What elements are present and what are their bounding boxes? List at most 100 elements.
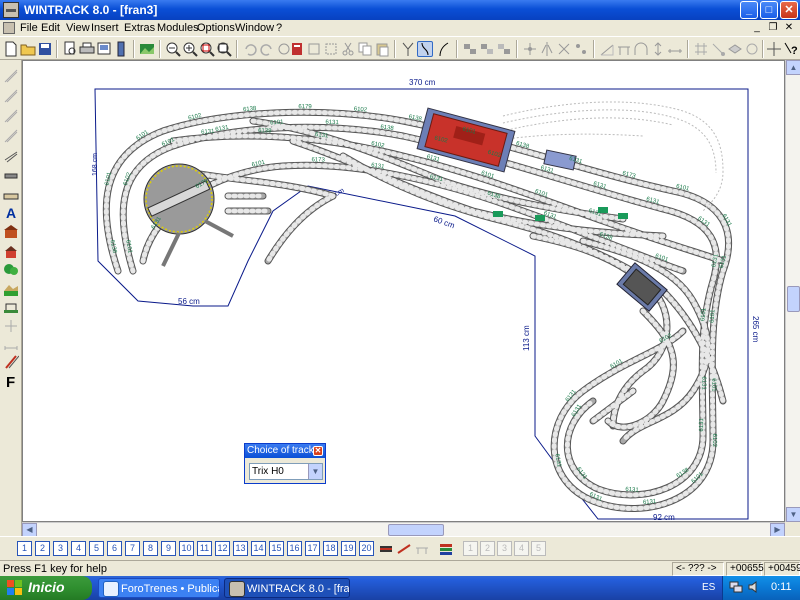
zoom-window-icon[interactable] [199, 41, 215, 57]
bridge-icon[interactable] [616, 41, 632, 57]
connect-icon[interactable] [556, 41, 572, 57]
open-icon[interactable] [20, 41, 36, 57]
menu-modules[interactable]: Modules [157, 22, 199, 34]
track-tool-1-icon[interactable] [3, 68, 19, 84]
chevron-down-icon[interactable]: ▼ [308, 464, 322, 479]
layout-canvas[interactable]: 370 cm 265 cm 113 cm 92 cm 56 cm 60 cm 1… [22, 60, 785, 522]
ungroup-icon[interactable] [323, 41, 339, 57]
mdi-restore-button[interactable]: ❐ [766, 21, 780, 34]
scroll-up-button[interactable]: ▲ [786, 60, 800, 75]
layer-track-icon[interactable] [378, 541, 394, 557]
info-icon[interactable] [744, 41, 760, 57]
layer-button-3[interactable]: 3 [53, 541, 68, 556]
layer-button-10[interactable]: 10 [179, 541, 194, 556]
layer-button-1[interactable]: 1 [17, 541, 32, 556]
layer-bridge-icon[interactable] [414, 541, 430, 557]
print-preview-icon[interactable] [62, 41, 78, 57]
language-indicator[interactable]: ES [702, 582, 715, 593]
start-button[interactable]: Inicio [0, 576, 92, 600]
scroll-left-button[interactable]: ◀ [22, 523, 37, 537]
mdi-close-button[interactable]: ✕ [782, 21, 796, 34]
ground-icon[interactable] [3, 186, 19, 202]
cut-icon[interactable] [340, 41, 356, 57]
maximize-button[interactable]: □ [760, 1, 778, 19]
align-icon[interactable] [462, 41, 478, 57]
track-system-select[interactable]: Trix H0 ▼ [249, 463, 323, 480]
align-2-icon[interactable] [479, 41, 495, 57]
track-tool-2-icon[interactable] [3, 88, 19, 104]
snap-icon[interactable] [710, 41, 726, 57]
layer-button-8[interactable]: 8 [143, 541, 158, 556]
sublayer-button-3[interactable]: 3 [497, 541, 512, 556]
mirror-icon[interactable] [539, 41, 555, 57]
page-setup-icon[interactable] [96, 41, 112, 57]
sublayer-button-1[interactable]: 1 [463, 541, 478, 556]
rail-icon[interactable] [3, 354, 20, 370]
layer-icon[interactable] [727, 41, 743, 57]
document-icon[interactable] [3, 22, 15, 34]
sublayer-button-5[interactable]: 5 [531, 541, 546, 556]
slope-icon[interactable] [599, 41, 615, 57]
save-icon[interactable] [37, 41, 53, 57]
house-icon[interactable] [3, 244, 19, 260]
menu-extras[interactable]: Extras [124, 22, 155, 34]
layer-button-20[interactable]: 20 [359, 541, 374, 556]
layer-button-11[interactable]: 11 [197, 541, 212, 556]
new-icon[interactable] [3, 41, 19, 57]
horizontal-scrollbar[interactable]: ◀ ▶ [22, 522, 785, 537]
baseboard-icon[interactable] [3, 300, 19, 316]
menu-edit[interactable]: Edit [41, 22, 60, 34]
mdi-minimize-button[interactable]: _ [750, 21, 764, 34]
sublayer-button-2[interactable]: 2 [480, 541, 495, 556]
scroll-right-button[interactable]: ▶ [770, 523, 785, 537]
taskbar-item-forotrenes[interactable]: ForoTrenes • Publicar... [98, 578, 220, 598]
measure-line-icon[interactable] [3, 336, 19, 352]
properties-icon[interactable] [289, 41, 305, 57]
menu-window[interactable]: Window [235, 22, 274, 34]
layer-button-12[interactable]: 12 [215, 541, 230, 556]
flex-track-icon[interactable] [417, 41, 433, 57]
track-tool-3-icon[interactable] [3, 108, 19, 124]
layer-button-18[interactable]: 18 [323, 541, 338, 556]
track-tool-4-icon[interactable] [3, 128, 19, 144]
layer-button-15[interactable]: 15 [269, 541, 284, 556]
align-3-icon[interactable] [496, 41, 512, 57]
zoom-in-icon[interactable] [182, 41, 198, 57]
move-icon[interactable] [766, 41, 782, 57]
choice-of-track-palette[interactable]: Choice of track ✕ Trix H0 ▼ [244, 443, 326, 484]
building-icon[interactable] [3, 224, 19, 240]
network-icon[interactable] [729, 580, 743, 594]
signal-icon[interactable] [573, 41, 589, 57]
height-icon[interactable] [650, 41, 666, 57]
switch-icon[interactable] [400, 41, 416, 57]
menu-view[interactable]: View [66, 22, 90, 34]
redo-icon[interactable] [259, 41, 275, 57]
bill-of-materials-icon[interactable] [113, 41, 129, 57]
undo-icon[interactable] [242, 41, 258, 57]
menu-file[interactable]: File [20, 22, 38, 34]
layer-button-16[interactable]: 16 [287, 541, 302, 556]
grid-icon[interactable] [693, 41, 709, 57]
menu-help[interactable]: ? [276, 22, 282, 34]
text-icon[interactable]: A [3, 204, 19, 221]
context-help-icon[interactable]: ? [783, 41, 799, 57]
rotate-icon[interactable] [522, 41, 538, 57]
paste-icon[interactable] [374, 41, 390, 57]
landscape-icon[interactable] [3, 282, 19, 298]
minimize-button[interactable]: _ [740, 1, 758, 19]
close-button[interactable]: ✕ [780, 1, 798, 19]
layer-signal-icon[interactable] [396, 541, 412, 557]
print-icon[interactable] [79, 41, 95, 57]
font-icon[interactable]: F [3, 372, 19, 391]
platform-icon[interactable] [3, 168, 19, 184]
group-icon[interactable] [306, 41, 322, 57]
layer-button-17[interactable]: 17 [305, 541, 320, 556]
title-bar[interactable]: WINTRACK 8.0 - [fran3] _ □ ✕ [0, 0, 800, 20]
clock[interactable]: 0:11 [771, 581, 792, 593]
vertical-scrollbar[interactable]: ▲ ▼ [785, 60, 800, 522]
taskbar-item-wintrack[interactable]: WINTRACK 8.0 - [fra... [224, 578, 350, 598]
layer-button-14[interactable]: 14 [251, 541, 266, 556]
zoom-out-icon[interactable] [165, 41, 181, 57]
curve-icon[interactable] [436, 41, 452, 57]
track-layout-drawing[interactable]: 370 cm 265 cm 113 cm 92 cm 56 cm 60 cm 1… [23, 61, 785, 522]
